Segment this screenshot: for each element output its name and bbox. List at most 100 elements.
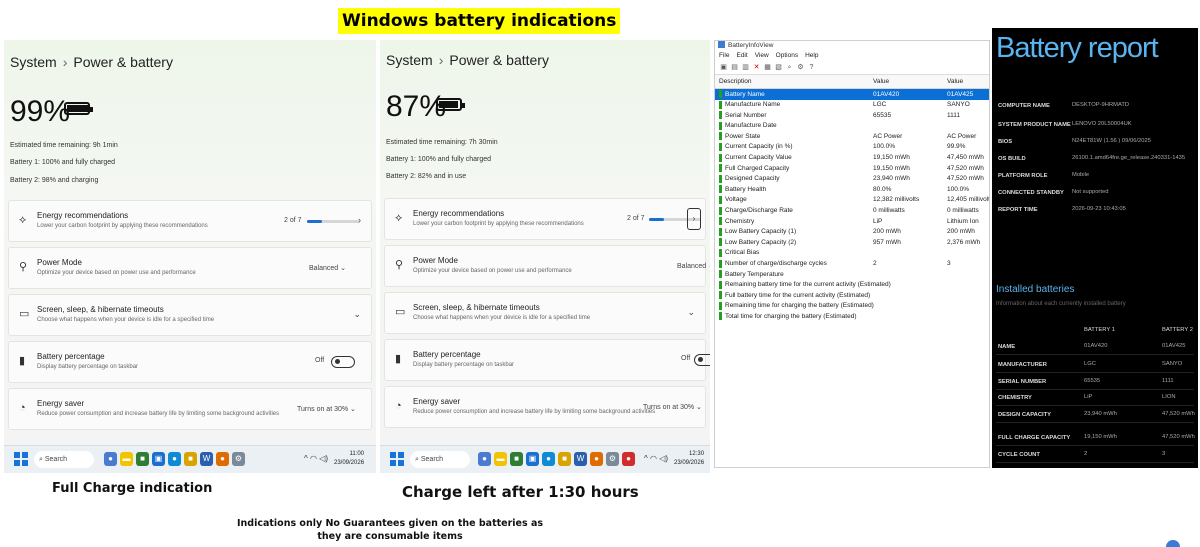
- system-tray[interactable]: ^ ◠ ◁): [644, 454, 668, 463]
- table-row[interactable]: Number of charge/discharge cycles 2 3: [715, 259, 989, 270]
- row-divider: [996, 422, 1194, 423]
- breadcrumb-system[interactable]: System: [10, 54, 57, 70]
- table-row[interactable]: Current Capacity (in %) 100.0% 99.9%: [715, 142, 989, 153]
- table-row[interactable]: Remaining time for charging the battery …: [715, 301, 989, 312]
- windows-start-icon[interactable]: [14, 452, 28, 466]
- store-icon[interactable]: ■: [510, 452, 523, 466]
- column-header[interactable]: Value: [947, 78, 963, 85]
- power-mode-select[interactable]: Balanced ⌄: [677, 262, 710, 270]
- menu-item[interactable]: File: [719, 52, 729, 59]
- mail-icon[interactable]: ▣: [152, 452, 165, 466]
- table-cell: Low Battery Capacity (1): [725, 228, 797, 236]
- column-header[interactable]: Description: [719, 78, 752, 85]
- table-cell: 99.9%: [947, 143, 966, 151]
- taskbar-search[interactable]: ⌕ Search: [34, 451, 94, 468]
- table-row[interactable]: Critical Bias: [715, 248, 989, 259]
- store-icon[interactable]: ■: [136, 452, 149, 466]
- table-cell: Charge/Discharge Rate: [725, 207, 793, 215]
- table-row[interactable]: Charge/Discharge Rate 0 milliwatts 0 milli…: [715, 206, 989, 217]
- edge-icon[interactable]: ●: [542, 452, 555, 466]
- taskbar-clock[interactable]: 12:30 23/09/2026: [674, 450, 704, 468]
- word-icon[interactable]: W: [574, 452, 587, 466]
- table-row[interactable]: Voltage 12,382 millivolts 12,405 millivolt…: [715, 195, 989, 206]
- breadcrumb-system[interactable]: System: [386, 52, 433, 68]
- word-icon[interactable]: W: [200, 452, 213, 466]
- files-icon[interactable]: ■: [184, 452, 197, 466]
- table-row[interactable]: Total time for charging the battery (Est…: [715, 311, 989, 322]
- table-row[interactable]: Designed Capacity 23,940 mWh 47,520 mWh: [715, 174, 989, 185]
- table-row[interactable]: Manufacture Name LGC SANYO: [715, 100, 989, 111]
- table-row[interactable]: Manufacture Date: [715, 121, 989, 132]
- files-icon[interactable]: ■: [558, 452, 571, 466]
- table-row[interactable]: Battery Temperature: [715, 269, 989, 280]
- app-icon[interactable]: ●: [622, 452, 635, 466]
- energy-saver-select[interactable]: Turns on at 30% ⌄: [297, 405, 356, 413]
- battery-percentage-toggle[interactable]: [694, 354, 710, 366]
- energy-recommendations-card[interactable]: ⟡ Energy recommendations Lower your carb…: [8, 200, 372, 242]
- taskbar-clock[interactable]: 11:00 23/09/2026: [334, 450, 364, 468]
- chevron-right-icon[interactable]: ›: [687, 208, 701, 230]
- report-key: NAME: [998, 344, 1016, 350]
- power-mode-select[interactable]: Balanced ⌄: [309, 264, 346, 272]
- card-subtitle: Reduce power consumption and increase ba…: [413, 409, 656, 415]
- delete-icon[interactable]: ✕: [752, 63, 761, 72]
- report-value: 47,520 mWh: [1162, 411, 1195, 417]
- menu-item[interactable]: View: [755, 52, 769, 59]
- table-row[interactable]: Low Battery Capacity (2) 957 mWh 2,376 mWh: [715, 237, 989, 248]
- options-icon[interactable]: ⚙: [796, 63, 805, 72]
- card-subtitle: Lower your carbon footprint by applying …: [413, 221, 584, 227]
- explorer-icon[interactable]: ▬: [120, 452, 133, 466]
- mail-icon[interactable]: ▣: [526, 452, 539, 466]
- menu-item[interactable]: Options: [776, 52, 798, 59]
- settings-gear-icon[interactable]: ⚙: [232, 452, 245, 466]
- table-row[interactable]: Full battery time for the current activi…: [715, 290, 989, 301]
- explorer-icon[interactable]: ▬: [494, 452, 507, 466]
- table-cell: Manufacture Name: [725, 101, 781, 109]
- search-icon[interactable]: ⌕: [785, 63, 794, 72]
- taskbar-search[interactable]: ⌕ Search: [410, 451, 470, 468]
- table-row[interactable]: Chemistry LiP Lithium Ion: [715, 216, 989, 227]
- screen-sleep-card[interactable]: ▭ Screen, sleep, & hibernate timeouts Ch…: [8, 294, 372, 336]
- chrome-icon[interactable]: ●: [590, 452, 603, 466]
- table-row[interactable]: Full Charged Capacity 19,150 mWh 47,520 mW…: [715, 163, 989, 174]
- battery-property-icon: [719, 164, 722, 173]
- edge-icon[interactable]: ●: [168, 452, 181, 466]
- report-key: SYSTEM PRODUCT NAME: [998, 122, 1071, 128]
- row-divider: [996, 405, 1194, 406]
- window-titlebar[interactable]: BatteryInfoView: [715, 41, 989, 51]
- table-row[interactable]: Battery Health 80.0% 100.0%: [715, 184, 989, 195]
- menu-item[interactable]: Help: [805, 52, 818, 59]
- properties-icon[interactable]: ▦: [763, 63, 772, 72]
- chrome-icon[interactable]: ●: [216, 452, 229, 466]
- table-cell: AC Power: [947, 132, 977, 140]
- table-row[interactable]: Remaining battery time for the current a…: [715, 280, 989, 291]
- table-row[interactable]: Low Battery Capacity (1) 200 mWh 200 mWh: [715, 227, 989, 238]
- card-subtitle: Choose what happens when your device is …: [413, 315, 591, 321]
- table-cell: 80.0%: [873, 185, 892, 193]
- table-cell: Total time for charging the battery (Est…: [725, 312, 857, 320]
- column-header[interactable]: Value: [873, 78, 889, 85]
- report-key: PLATFORM ROLE: [998, 173, 1048, 179]
- energy-recommendations-card[interactable]: ⟡ Energy recommendations Lower your carb…: [384, 198, 706, 240]
- settings-gear-icon[interactable]: ⚙: [606, 452, 619, 466]
- table-row[interactable]: Serial Number 65535 1111: [715, 110, 989, 121]
- report-icon[interactable]: ▧: [774, 63, 783, 72]
- energy-saver-select[interactable]: Turns on at 30% ⌄: [643, 403, 702, 411]
- screen-sleep-card[interactable]: ▭ Screen, sleep, & hibernate timeouts Ch…: [384, 292, 706, 334]
- copy-icon[interactable]: ▥: [741, 63, 750, 72]
- widgets-icon[interactable]: ●: [104, 452, 117, 466]
- table-row[interactable]: Power State AC Power AC Power: [715, 131, 989, 142]
- menu-item[interactable]: Edit: [736, 52, 747, 59]
- battery-property-icon: [719, 185, 722, 194]
- breadcrumb-separator-icon: ›: [438, 52, 444, 68]
- battery-percentage-toggle[interactable]: [331, 356, 355, 368]
- refresh-icon[interactable]: ▤: [730, 63, 739, 72]
- table-row[interactable]: Battery Name 01AV420 01AV425: [715, 89, 989, 100]
- system-tray[interactable]: ^ ◠ ◁): [304, 454, 328, 463]
- windows-start-icon[interactable]: [390, 452, 404, 466]
- about-icon[interactable]: ?: [807, 63, 816, 72]
- save-icon[interactable]: ▣: [719, 63, 728, 72]
- screen-sleep-icon: ▭: [395, 306, 406, 318]
- widgets-icon[interactable]: ●: [478, 452, 491, 466]
- table-row[interactable]: Current Capacity Value 19,150 mWh 47,450 m…: [715, 153, 989, 164]
